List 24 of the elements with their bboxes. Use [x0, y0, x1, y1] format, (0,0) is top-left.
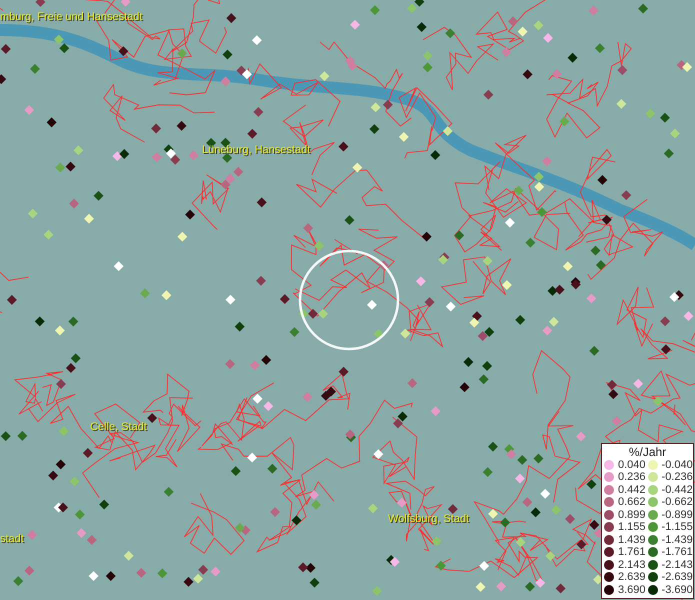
legend-value: -0.899 — [662, 508, 693, 521]
legend-value: -1.155 — [662, 521, 693, 534]
legend-value: -2.143 — [662, 558, 693, 571]
legend-value: 0.442 — [618, 484, 646, 496]
legend-value: 1.439 — [618, 534, 646, 546]
legend-value: -2.639 — [662, 571, 693, 584]
legend-value: -0.662 — [662, 496, 693, 508]
place-label: stadt — [0, 533, 24, 546]
legend-value: -0.236 — [662, 471, 693, 484]
legend-value: -1.761 — [662, 546, 693, 558]
legend-value: 0.236 — [618, 471, 646, 484]
legend-value: 3.690 — [618, 584, 646, 596]
legend-value: 1.761 — [618, 546, 646, 558]
legend-value: 0.040 — [618, 458, 646, 471]
legend-value: 0.899 — [618, 508, 646, 521]
legend-value: -0.442 — [662, 484, 693, 496]
legend-value: 2.143 — [618, 558, 646, 571]
legend-value: -3.690 — [662, 584, 693, 596]
legend-value: 0.662 — [618, 496, 646, 508]
legend-value: -1.439 — [662, 534, 693, 546]
legend-value: 2.639 — [618, 571, 646, 584]
legend-title: %/Jahr — [628, 444, 668, 458]
legend-value: -0.040 — [662, 458, 693, 471]
legend-value: 1.155 — [618, 521, 646, 534]
